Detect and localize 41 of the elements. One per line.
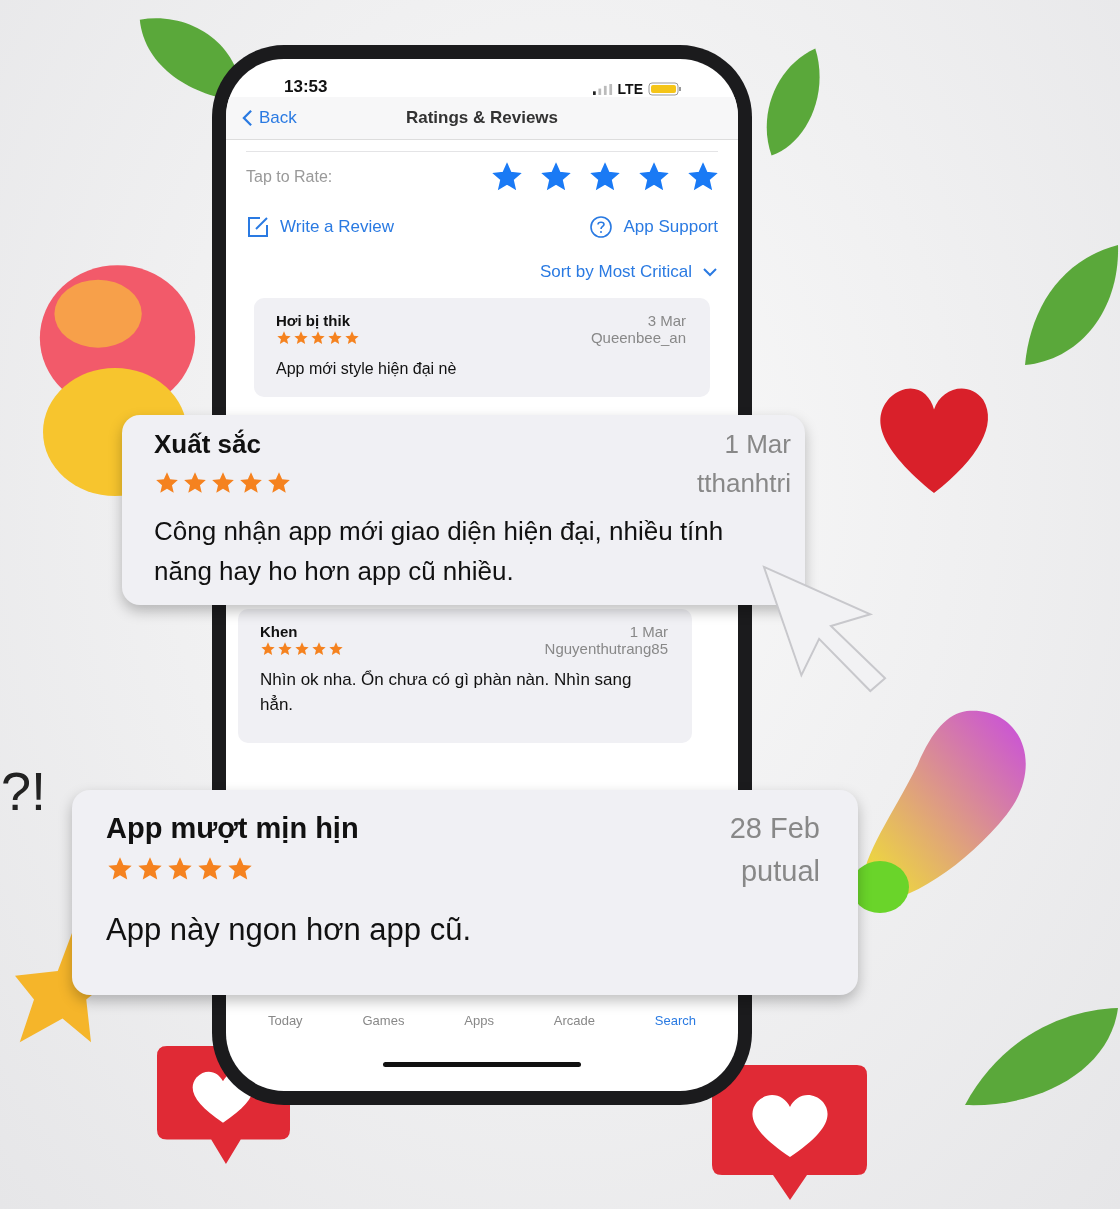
review-text: App này ngon hơn app cũ. (106, 911, 473, 949)
review-title: Khen (260, 623, 298, 640)
review-author: tthanhtri (697, 468, 791, 499)
app-support-link[interactable]: App Support (589, 215, 718, 239)
chevron-down-icon (702, 267, 718, 277)
chevron-left-icon (242, 109, 253, 127)
review-date: 3 Mar (647, 312, 686, 329)
review-text: Công nhận app mới giao diện hiện đại, nhiều tính năng hay ho hơn app cũ nhiều. (154, 515, 725, 588)
back-label[interactable]: Back (259, 108, 297, 128)
review-text: Nhìn ok nha. Ổn chưa có gì phàn nàn. Nhìn sang hẳn. (260, 669, 633, 716)
heart-bubble-icon (712, 1065, 867, 1200)
help-icon (589, 215, 614, 239)
review-text: App mới style hiện đại nè (276, 359, 458, 379)
back-button[interactable]: Back (242, 108, 297, 128)
review-date: 1 Mar (724, 429, 791, 460)
review-title: Xuất sắc (154, 429, 262, 460)
signal-icon (592, 83, 613, 95)
network-label: LTE (617, 81, 643, 97)
side-text: ?! (1, 760, 47, 822)
review-title: Hơi bị thik (276, 312, 350, 329)
tab-item[interactable]: Today (267, 1013, 303, 1028)
review-author: Nguyenthutrang85 (544, 640, 668, 657)
status-time: 13:53 (284, 77, 328, 97)
tap-to-rate-label: Tap to Rate: (246, 168, 333, 186)
write-review-label[interactable]: Write a Review (280, 217, 394, 237)
review-author: putual (741, 855, 820, 888)
battery-icon (648, 82, 682, 96)
tab-item[interactable]: Arcade (553, 1013, 595, 1028)
tab-item[interactable]: Search (654, 1013, 696, 1028)
screen-title: Ratings & Reviews (405, 108, 559, 128)
compose-icon (246, 215, 270, 239)
tab-item[interactable]: Games (362, 1013, 405, 1028)
review-author: Queenbee_an (590, 329, 686, 346)
review-date: 28 Feb (729, 812, 820, 845)
app-support-label[interactable]: App Support (623, 217, 718, 237)
review-date: 1 Mar (629, 623, 668, 640)
rating-stars[interactable] (492, 162, 718, 192)
write-review-link[interactable]: Write a Review (246, 215, 394, 239)
review-title: App mượt mịn hịn (106, 812, 359, 845)
sort-dropdown[interactable]: Sort by Most Critical (539, 262, 718, 282)
tab-item[interactable]: Apps (464, 1013, 494, 1028)
